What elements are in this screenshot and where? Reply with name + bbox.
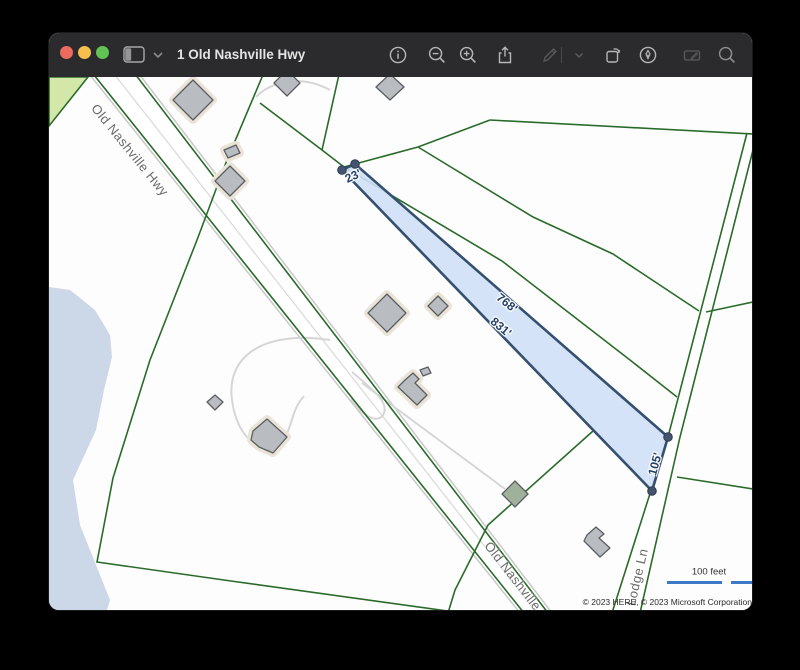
scale-label: 100 feet [692,567,726,578]
pond-water [49,287,112,610]
title-bar: 1 Old Nashville Hwy [49,33,752,78]
building [274,77,300,96]
fullscreen-button[interactable] [96,46,109,59]
building [584,527,610,557]
annotate-button[interactable] [638,45,658,65]
zoom-out-icon [427,45,447,65]
road-lodge-ln [612,133,752,610]
form-fill-button [682,45,702,65]
zoom-in-icon [458,45,478,65]
markup-pencil-button [540,45,560,65]
preview-window: 1 Old Nashville Hwy [49,33,752,610]
window-title: 1 Old Nashville Hwy [177,33,305,77]
search-button[interactable] [717,45,737,65]
pencil-icon [540,45,560,65]
share-button[interactable] [495,45,515,65]
scale-bar-segment [667,581,722,584]
parcel-vertex-handle[interactable] [648,487,657,496]
chevron-down-icon [154,53,162,57]
form-edit-icon [682,45,702,65]
toolbar-separator [561,47,562,63]
map-canvas[interactable]: Old Nashville Hwy Old Nashville Lodge Ln… [49,77,752,610]
parcel-map-image [49,77,752,610]
share-icon [495,45,515,65]
info-icon [388,45,408,65]
scale-bar-segment [731,581,752,584]
map-attribution: © 2023 HERE, © 2023 Microsoft Corporatio… [583,597,752,607]
sidebar-icon [123,46,167,64]
zoom-in-button[interactable] [458,45,478,65]
minimize-button[interactable] [78,46,91,59]
close-button[interactable] [60,46,73,59]
building [368,294,406,332]
rotate-button[interactable] [603,45,623,65]
zoom-out-button[interactable] [427,45,447,65]
search-icon [717,45,737,65]
building [376,77,404,100]
greenspace-wedge [49,77,88,126]
rotate-icon [603,45,623,65]
building [173,80,213,120]
sidebar-toggle-button[interactable] [123,46,167,64]
parcel-vertex-handle[interactable] [664,433,673,442]
chevron-down-icon [569,45,589,65]
building [502,481,528,507]
building [420,367,431,376]
buildings [173,77,610,557]
markup-dropdown-button [569,45,589,65]
building [207,395,223,410]
pen-circle-icon [638,45,658,65]
info-button[interactable] [388,45,408,65]
